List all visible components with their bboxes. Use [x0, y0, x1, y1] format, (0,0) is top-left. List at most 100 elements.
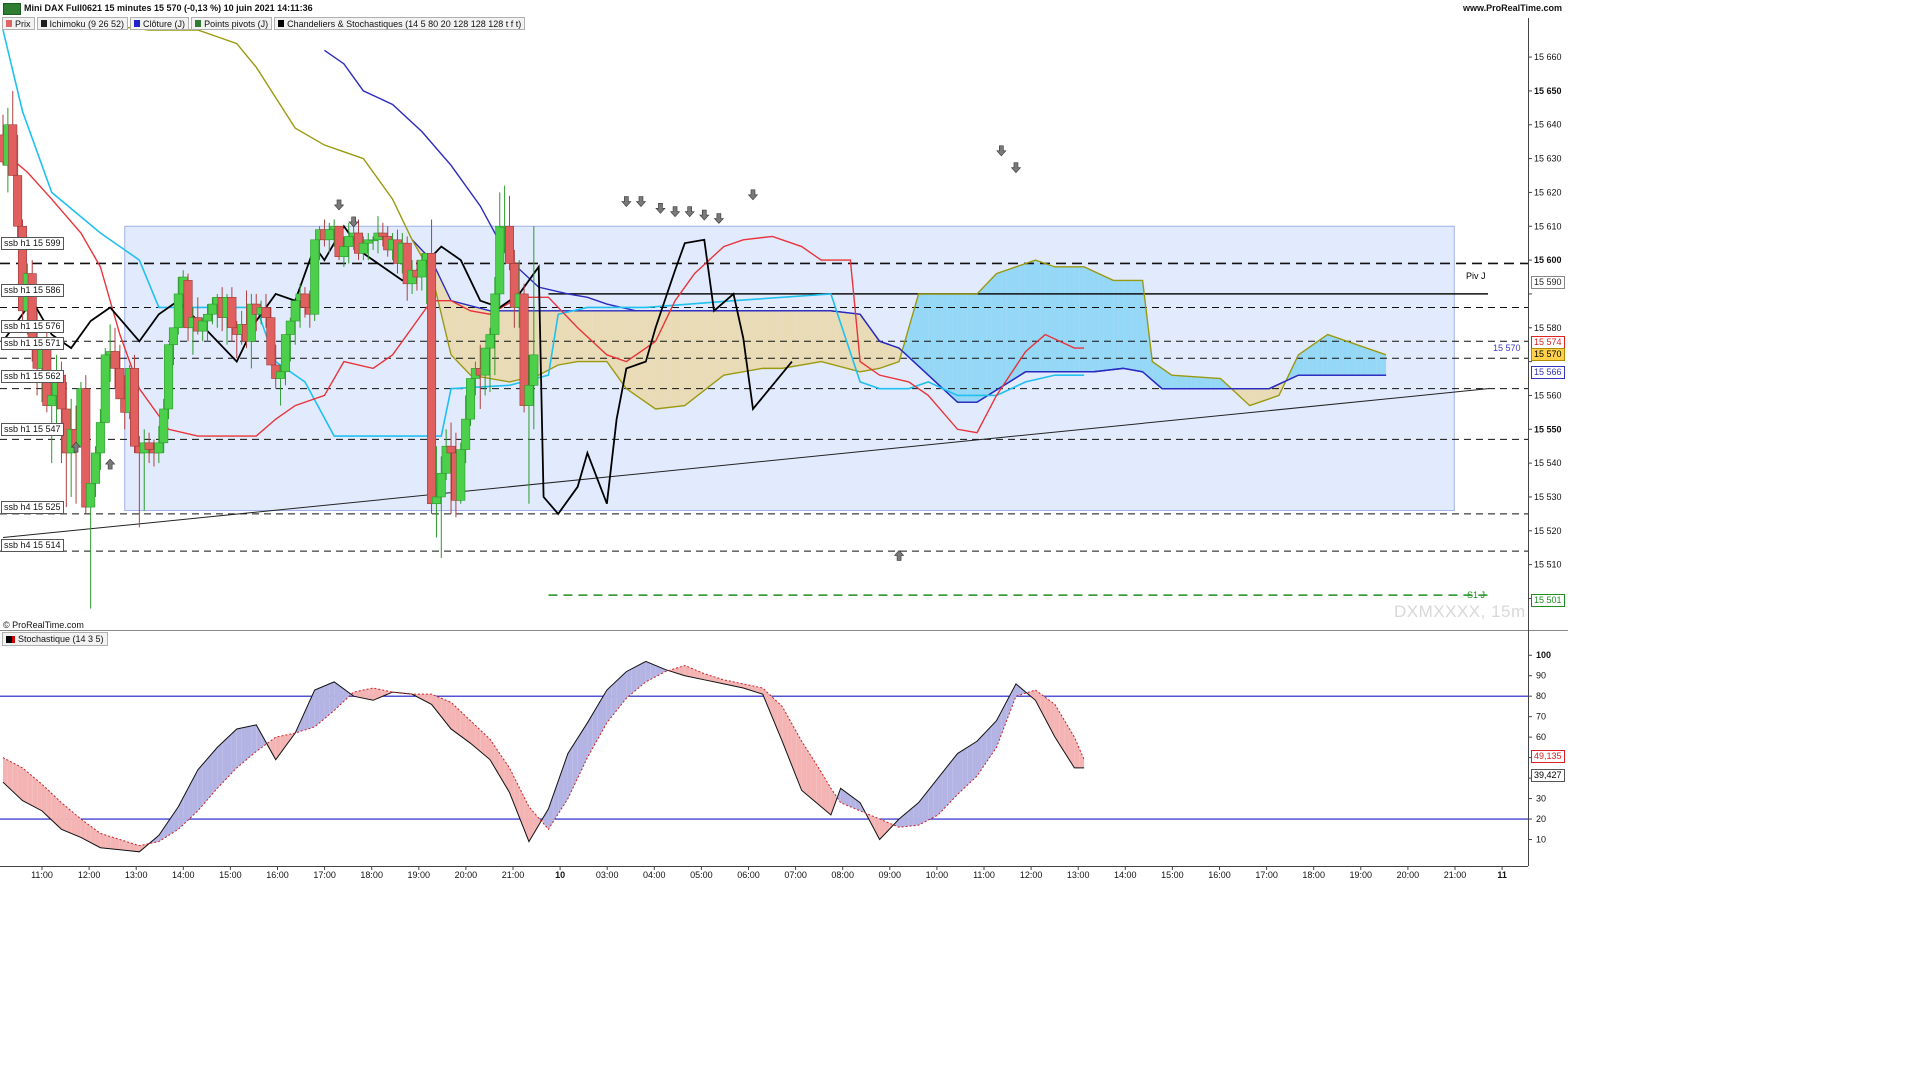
stochastic-legend[interactable]: Stochastique (14 3 5) — [2, 632, 108, 646]
ichimoku-cloud-segment — [475, 307, 481, 377]
stoch-fill-segment — [957, 750, 963, 795]
candle-body — [276, 371, 286, 379]
candle-body — [456, 449, 466, 501]
ichimoku-cloud-segment — [514, 310, 520, 381]
stoch-fill-segment — [207, 753, 213, 800]
ichimoku-cloud-segment — [767, 310, 773, 369]
legend-candles-stoch[interactable]: Chandeliers & Stochastiques (14 5 80 20 … — [274, 17, 526, 30]
ichimoku-cloud-segment — [777, 310, 783, 369]
candle — [456, 442, 466, 504]
ichimoku-cloud-segment — [1098, 273, 1104, 372]
stoch-fill-segment — [363, 689, 369, 700]
candle-body — [173, 293, 183, 329]
candle-body — [8, 124, 18, 176]
candle-body — [13, 175, 23, 227]
ichimoku-cloud-segment — [577, 310, 583, 362]
ichimoku-cloud-segment — [986, 278, 992, 397]
time-tick-label: 03:00 — [596, 870, 619, 880]
ichimoku-cloud-segment — [1074, 266, 1080, 372]
time-tick-label: 21:00 — [502, 870, 525, 880]
title-bar: Mini DAX Full0621 15 minutes 15 570 (-0,… — [0, 0, 1568, 16]
ichimoku-cloud-segment — [923, 293, 929, 376]
legend-ichimoku[interactable]: Ichimoku (9 26 52) — [36, 17, 129, 30]
ichimoku-cloud-segment — [1376, 351, 1382, 376]
app-icon — [3, 3, 21, 15]
stoch-tick-label: 20 — [1536, 814, 1546, 824]
ichimoku-cloud-segment — [952, 293, 958, 403]
ichimoku-cloud-segment — [1327, 334, 1333, 376]
stoch-fill-segment — [874, 817, 880, 840]
stoch-fill-segment — [241, 726, 247, 764]
stoch-fill-segment — [801, 741, 807, 795]
time-tick-label: 15:00 — [1161, 870, 1184, 880]
ichimoku-cloud-segment — [1011, 266, 1016, 381]
legend-close[interactable]: Clôture (J) — [130, 17, 190, 30]
stoch-fill-segment — [319, 685, 325, 723]
stoch-fill-segment — [7, 760, 13, 792]
stoch-fill-segment — [455, 706, 461, 737]
stoch-fill-segment — [947, 759, 953, 805]
ichimoku-cloud-segment — [1366, 348, 1372, 376]
candle-body — [154, 442, 164, 454]
stoch-fill-segment — [314, 688, 320, 727]
legend-ichimoku-swatch — [40, 20, 47, 27]
stoch-fill-segment — [621, 671, 627, 705]
stoch-fill-segment — [100, 833, 106, 849]
stoch-fill-segment — [115, 837, 120, 850]
legend-close-label: Clôture (J) — [143, 18, 186, 29]
ichimoku-cloud-segment — [787, 310, 792, 368]
ichimoku-cloud-segment — [1054, 266, 1060, 372]
candle-body — [310, 239, 320, 315]
candle-body — [100, 354, 110, 423]
stoch-fill-segment — [56, 798, 62, 830]
ichimoku-cloud-segment — [1205, 377, 1211, 389]
candle-body — [144, 442, 154, 450]
price-tick-label: 15 650 — [1534, 86, 1562, 96]
candle-body — [115, 368, 125, 400]
price-tick-label: 15 630 — [1534, 154, 1562, 164]
stochastic-legend-label: Stochastique (14 3 5) — [18, 634, 104, 644]
time-tick-label: 13:00 — [125, 870, 148, 880]
ichimoku-cloud-segment — [1025, 261, 1031, 372]
time-tick-label: 09:00 — [879, 870, 902, 880]
ichimoku-cloud-segment — [894, 346, 900, 364]
ichimoku-cloud-segment — [1108, 278, 1114, 371]
stoch-fill-segment — [61, 802, 67, 832]
ichimoku-cloud-segment — [709, 310, 715, 387]
time-tick-label: 18:00 — [1302, 870, 1325, 880]
stoch-fill-segment — [12, 762, 18, 797]
candle — [427, 219, 437, 514]
ichimoku-cloud-segment — [606, 310, 612, 369]
ichimoku-cloud-segment — [728, 310, 734, 375]
ichimoku-cloud-segment — [1084, 266, 1090, 372]
candle-body — [290, 300, 300, 322]
ichimoku-cloud-segment — [572, 310, 578, 363]
legend-pivots[interactable]: Points pivots (J) — [191, 17, 273, 30]
ichimoku-cloud-segment — [757, 310, 763, 370]
ichimoku-cloud-segment — [714, 310, 719, 383]
candle-body — [436, 472, 446, 498]
price-tick-label: 15 640 — [1534, 120, 1562, 130]
ichimoku-cloud-segment — [1381, 353, 1387, 376]
ichimoku-cloud-segment — [499, 310, 505, 382]
candle — [129, 354, 139, 453]
stoch-fill-segment — [231, 728, 237, 773]
candle — [466, 378, 476, 426]
time-tick-label: 10:00 — [926, 870, 949, 880]
price-tick-label: 15 520 — [1534, 526, 1562, 536]
ichimoku-cloud-segment — [1317, 337, 1323, 376]
candle-body — [485, 334, 495, 349]
stoch-fill-segment — [645, 661, 651, 682]
ichimoku-cloud-segment — [840, 311, 846, 368]
time-tick-label: 12:00 — [78, 870, 101, 880]
ichimoku-cloud-segment — [772, 310, 778, 369]
ssb-label-h1-15571: ssb h1 15 571 — [1, 337, 64, 350]
ichimoku-cloud-segment — [1342, 339, 1348, 376]
legend-price[interactable]: Prix — [2, 17, 35, 30]
site-link[interactable]: www.ProRealTime.com — [1463, 3, 1562, 13]
time-tick-label: 14:00 — [1114, 870, 1137, 880]
candle-body — [280, 334, 290, 373]
price-tick-label: 15 580 — [1534, 323, 1562, 333]
stoch-fill-segment — [22, 767, 28, 804]
stoch-k-tag: 39,427 — [1531, 769, 1565, 782]
